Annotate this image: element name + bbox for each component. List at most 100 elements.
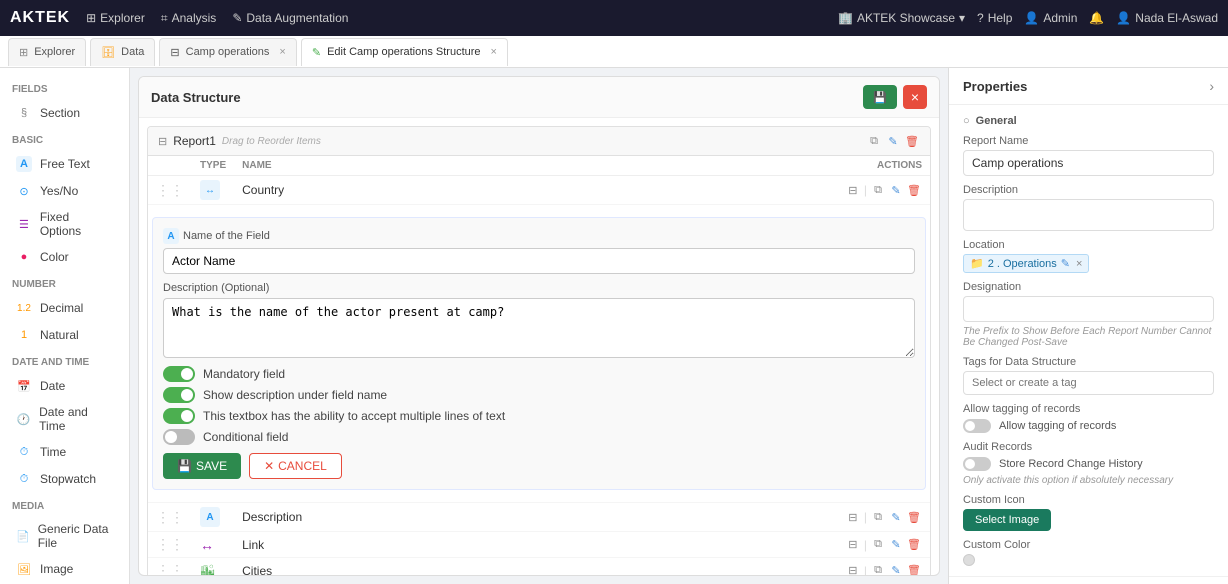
field-name-input[interactable] <box>163 248 915 274</box>
tags-input[interactable] <box>963 371 1214 395</box>
sidebar-item-generic-file[interactable]: 📄 Generic Data File <box>4 517 125 555</box>
edit-icon[interactable]: ✎ <box>888 537 904 553</box>
report-name: Report1 <box>173 134 216 148</box>
row-actions: ⊟ | ⧉ ✎ 🗑 <box>838 182 922 198</box>
color-picker[interactable] <box>963 554 975 566</box>
drag-handle[interactable]: ⋮⋮ <box>156 536 184 552</box>
table-icon: ⊟ <box>170 46 179 59</box>
sidebar-item-section[interactable]: § Section <box>4 100 125 126</box>
sidebar-item-color[interactable]: ● Color <box>4 244 125 270</box>
row-actions: ⊟ | ⧉ ✎ 🗑 <box>838 537 922 553</box>
tab-close-camp[interactable]: × <box>279 46 285 58</box>
sidebar-item-time[interactable]: ⏱ Time <box>4 439 125 465</box>
fields-table: Type Name Actions ⋮⋮ ↔ Country <box>148 156 930 575</box>
cancel-button[interactable]: ✕ CANCEL <box>249 453 342 479</box>
select-image-button[interactable]: Select Image <box>963 509 1051 531</box>
nav-right: 🏢 AKTEK Showcase ▾ ? Help 👤 Admin 🔔 👤 Na… <box>838 11 1218 25</box>
edit-location-icon[interactable]: ✎ <box>1061 257 1070 270</box>
section-icon: § <box>16 105 32 121</box>
data-structure-title: Data Structure <box>151 90 241 105</box>
delete-icon[interactable]: 🗑 <box>906 509 922 525</box>
field-name: Description <box>234 503 830 532</box>
person-icon: 👤 <box>1024 11 1039 25</box>
notification-icon[interactable]: 🔔 <box>1089 11 1104 25</box>
description-input[interactable] <box>963 199 1214 231</box>
report-edit-icon[interactable]: ✎ <box>885 133 901 149</box>
audit-toggle[interactable] <box>963 457 991 471</box>
delete-icon[interactable]: 🗑 <box>906 182 922 198</box>
drag-handle[interactable]: ⋮⋮ <box>156 509 184 525</box>
copy-icon[interactable]: ⧉ <box>870 509 886 525</box>
location-label: Location <box>963 239 1214 251</box>
nav-data-augmentation[interactable]: ✎ Data Augmentation <box>232 11 348 25</box>
sidebar-item-fixed-options[interactable]: ☰ Fixed Options <box>4 205 125 243</box>
grid-icon[interactable]: ⊟ <box>845 182 861 198</box>
multiline-toggle[interactable] <box>163 408 195 424</box>
sidebar-item-image[interactable]: 🖼 Image <box>4 556 125 582</box>
custom-color-section: Custom Color <box>963 539 1214 566</box>
custom-color-label: Custom Color <box>963 539 1214 551</box>
sidebar-item-decimal[interactable]: 1.2 Decimal <box>4 295 125 321</box>
general-header: ○ General <box>963 115 1214 127</box>
ds-save-button[interactable]: 💾 <box>863 85 897 109</box>
designation-label: Designation <box>963 281 1214 293</box>
remove-location-icon[interactable]: × <box>1076 258 1082 270</box>
report-copy-icon[interactable]: ⧉ <box>866 133 882 149</box>
audit-toggle-row: Store Record Change History <box>963 457 1214 471</box>
edit-icon[interactable]: ✎ <box>888 182 904 198</box>
sidebar-item-free-text[interactable]: A Free Text <box>4 151 125 177</box>
tab-data[interactable]: 🗄 Data <box>90 38 155 66</box>
designation-input[interactable] <box>963 296 1214 322</box>
copy-icon[interactable]: ⧉ <box>870 182 886 198</box>
sidebar-item-datetime[interactable]: 🕐 Date and Time <box>4 400 125 438</box>
user-menu[interactable]: 👤 Nada El-Aswad <box>1116 11 1218 25</box>
copy-icon[interactable]: ⧉ <box>870 537 886 553</box>
file-icon: 📄 <box>16 528 30 544</box>
description-input[interactable]: What is the name of the actor present at… <box>163 298 915 358</box>
admin-button[interactable]: 👤 Admin <box>1024 11 1077 25</box>
collapse-icon[interactable]: › <box>1209 78 1214 94</box>
delete-icon[interactable]: 🗑 <box>906 563 922 576</box>
edit-icon[interactable]: ✎ <box>888 509 904 525</box>
nav-analysis[interactable]: ⌗ Analysis <box>161 11 216 26</box>
options-icon: ☰ <box>16 216 32 232</box>
tab-close-edit[interactable]: × <box>491 46 497 58</box>
help-button[interactable]: ? Help <box>977 11 1012 25</box>
tab-explorer[interactable]: ⊞ Explorer <box>8 38 86 66</box>
tab-edit-structure[interactable]: ✎ Edit Camp operations Structure × <box>301 38 508 66</box>
sidebar-item-stopwatch[interactable]: ⏱ Stopwatch <box>4 466 125 492</box>
edit-icon[interactable]: ✎ <box>888 563 904 576</box>
sidebar: Fields § Section Basic A Free Text ⊙ Yes… <box>0 68 130 584</box>
sidebar-item-natural[interactable]: 1 Natural <box>4 322 125 348</box>
drag-handle[interactable]: ⋮⋮ <box>156 562 184 575</box>
report-delete-icon[interactable]: 🗑 <box>904 133 920 149</box>
toggle-multiline: This textbox has the ability to accept m… <box>163 408 915 424</box>
sidebar-item-yes-no[interactable]: ⊙ Yes/No <box>4 178 125 204</box>
report-name-input[interactable] <box>963 150 1214 176</box>
field-name: Link <box>234 532 830 558</box>
copy-icon[interactable]: ⧉ <box>870 563 886 576</box>
delete-icon[interactable]: 🗑 <box>906 537 922 553</box>
drag-handle[interactable]: ⋮⋮ <box>156 182 184 198</box>
pencil-tab-icon: ✎ <box>312 46 321 59</box>
table-row: ⋮⋮ 🏙 Cities ⊟ | ⧉ ✎ 🗑 <box>148 558 930 576</box>
allow-tagging-toggle[interactable] <box>963 419 991 433</box>
grid-icon[interactable]: ⊟ <box>845 537 861 553</box>
sidebar-item-date[interactable]: 📅 Date <box>4 373 125 399</box>
type-badge: 🏙 <box>200 564 226 576</box>
grid-icon[interactable]: ⊟ <box>845 563 861 576</box>
report-name-label: Report Name <box>963 135 1214 147</box>
tab-camp-operations[interactable]: ⊟ Camp operations × <box>159 38 296 66</box>
ds-close-button[interactable]: × <box>903 85 927 109</box>
folder-icon: 📁 <box>970 257 984 270</box>
conditional-toggle[interactable] <box>163 429 195 445</box>
showcase-button[interactable]: 🏢 AKTEK Showcase ▾ <box>838 11 965 25</box>
save-button[interactable]: 💾 SAVE <box>163 453 241 479</box>
grid-icon[interactable]: ⊟ <box>845 509 861 525</box>
form-buttons: 💾 SAVE ✕ CANCEL <box>163 453 915 479</box>
show-desc-toggle[interactable] <box>163 387 195 403</box>
nav-explorer[interactable]: ⊞ Explorer <box>86 11 145 25</box>
field-name: Country <box>234 176 830 205</box>
data-table-section[interactable]: ⊟ Data Table › <box>949 577 1228 584</box>
mandatory-toggle[interactable] <box>163 366 195 382</box>
